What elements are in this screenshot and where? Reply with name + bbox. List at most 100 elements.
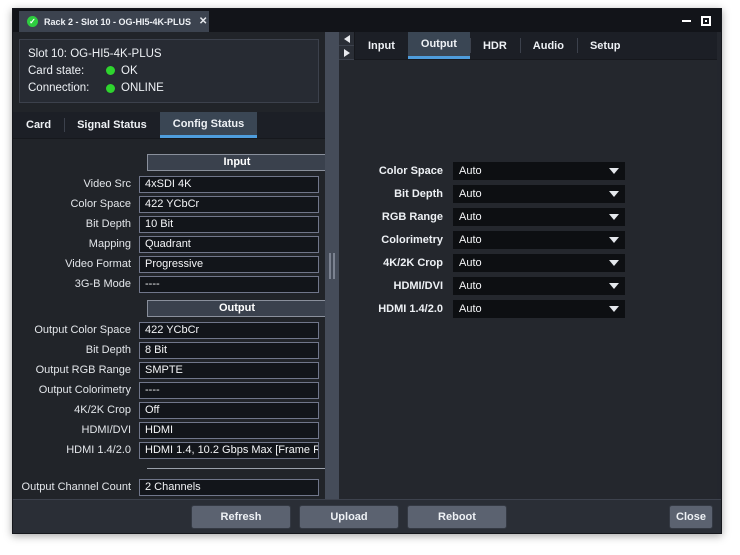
config-row: Output Colorimetry ----: [13, 380, 325, 400]
chevron-down-icon: [609, 168, 619, 174]
tab-hdr[interactable]: HDR: [470, 32, 520, 59]
field-value: HDMI: [139, 422, 319, 439]
setting-row: Colorimetry Auto: [355, 231, 717, 249]
config-row: Bit Depth 8 Bit: [13, 340, 325, 360]
scroll-tabs-right-button[interactable]: [339, 46, 354, 60]
dropdown-value: Auto: [459, 254, 482, 272]
setting-label: RGB Range: [355, 211, 453, 223]
field-label: 4K/2K Crop: [13, 404, 139, 416]
chevron-down-icon: [609, 283, 619, 289]
field-value: HDMI 1.4, 10.2 Gbps Max [Frame Rate]: [139, 442, 319, 459]
tab-output[interactable]: Output: [408, 32, 470, 59]
chevron-down-icon: [609, 306, 619, 312]
setting-row: HDMI/DVI Auto: [355, 277, 717, 295]
reboot-button[interactable]: Reboot: [407, 505, 507, 529]
dropdown-value: Auto: [459, 231, 482, 249]
field-label: Output Colorimetry: [13, 384, 139, 396]
left-tab-bar: Card Signal Status Config Status: [13, 112, 325, 139]
field-label: Output Color Space: [13, 324, 139, 336]
setting-label: Color Space: [355, 165, 453, 177]
config-row: Video Format Progressive: [13, 254, 325, 274]
dropdown-value: Auto: [459, 185, 482, 203]
tab-card[interactable]: Card: [13, 112, 64, 138]
setting-label: 4K/2K Crop: [355, 257, 453, 269]
card-state-status-dot: [106, 66, 115, 75]
color-space-dropdown[interactable]: Auto: [453, 162, 625, 180]
config-row: Video Src 4xSDI 4K: [13, 174, 325, 194]
tab-close-icon[interactable]: ✕: [197, 16, 209, 27]
config-row: 3G-B Mode ----: [13, 274, 325, 294]
upload-button[interactable]: Upload: [299, 505, 399, 529]
maximize-icon[interactable]: [701, 16, 711, 26]
field-value: 10 Bit: [139, 216, 319, 233]
scroll-tabs-left-button[interactable]: [339, 32, 354, 46]
card-state-label: Card state:: [28, 65, 106, 77]
setting-label: HDMI/DVI: [355, 280, 453, 292]
field-label: Video Src: [13, 178, 139, 190]
connection-value: ONLINE: [121, 82, 164, 94]
rgb-range-dropdown[interactable]: Auto: [453, 208, 625, 226]
field-value: Progressive: [139, 256, 319, 273]
connection-status-dot: [106, 84, 115, 93]
tab-audio[interactable]: Audio: [520, 32, 577, 59]
dropdown-value: Auto: [459, 300, 482, 318]
config-row: Bit Depth 10 Bit: [13, 214, 325, 234]
config-status-content: Input Video Src 4xSDI 4K Color Space 422…: [13, 140, 325, 499]
crop-dropdown[interactable]: Auto: [453, 254, 625, 272]
minimize-icon[interactable]: [682, 20, 691, 22]
field-label: HDMI 1.4/2.0: [13, 444, 139, 456]
field-value: 8 Bit: [139, 342, 319, 359]
chevron-left-icon: [344, 35, 350, 43]
field-label: Mapping: [13, 238, 139, 250]
card-info-box: Slot 10: OG-HI5-4K-PLUS Card state: OK C…: [19, 39, 319, 103]
field-label: 3G-B Mode: [13, 278, 139, 290]
card-status-panel: Slot 10: OG-HI5-4K-PLUS Card state: OK C…: [13, 32, 325, 499]
field-value: ----: [139, 276, 319, 293]
hdmi-version-dropdown[interactable]: Auto: [453, 300, 625, 318]
field-value: 4xSDI 4K: [139, 176, 319, 193]
card-state-value: OK: [121, 65, 138, 77]
field-label: HDMI/DVI: [13, 424, 139, 436]
setting-row: Bit Depth Auto: [355, 185, 717, 203]
hdmi-dvi-dropdown[interactable]: Auto: [453, 277, 625, 295]
tab-signal-status[interactable]: Signal Status: [64, 112, 160, 138]
setting-label: Colorimetry: [355, 234, 453, 246]
field-value: SMPTE: [139, 362, 319, 379]
setting-row: RGB Range Auto: [355, 208, 717, 226]
app-window: ✓ Rack 2 - Slot 10 - OG-HI5-4K-PLUS ✕ Sl…: [12, 8, 722, 534]
field-value: Quadrant: [139, 236, 319, 253]
title-bar: ✓ Rack 2 - Slot 10 - OG-HI5-4K-PLUS ✕: [13, 9, 721, 32]
field-label: Color Space: [13, 198, 139, 210]
config-row: 4K/2K Crop Off: [13, 400, 325, 420]
tab-input[interactable]: Input: [355, 32, 408, 59]
config-row: HDMI/DVI HDMI: [13, 420, 325, 440]
window-tab[interactable]: ✓ Rack 2 - Slot 10 - OG-HI5-4K-PLUS ✕: [19, 11, 209, 32]
setting-label: HDMI 1.4/2.0: [355, 303, 453, 315]
config-row: Color Space 422 YCbCr: [13, 194, 325, 214]
check-circle-icon: ✓: [27, 16, 38, 27]
dropdown-value: Auto: [459, 162, 482, 180]
tab-config-status[interactable]: Config Status: [160, 112, 258, 138]
field-label: Bit Depth: [13, 218, 139, 230]
refresh-button[interactable]: Refresh: [191, 505, 291, 529]
field-label: Output RGB Range: [13, 364, 139, 376]
chevron-right-icon: [344, 49, 350, 57]
setting-row: 4K/2K Crop Auto: [355, 254, 717, 272]
colorimetry-dropdown[interactable]: Auto: [453, 231, 625, 249]
field-label: Output Channel Count: [13, 481, 139, 493]
field-label: Video Format: [13, 258, 139, 270]
panel-splitter[interactable]: [325, 32, 339, 499]
card-settings-panel: Input Output HDR Audio Setup Color Space…: [339, 32, 717, 499]
section-divider: [147, 468, 329, 469]
config-row: Output Channel Count 2 Channels: [13, 477, 325, 497]
tab-setup[interactable]: Setup: [577, 32, 634, 59]
connection-label: Connection:: [28, 82, 106, 94]
close-button[interactable]: Close: [669, 505, 713, 529]
setting-label: Bit Depth: [355, 188, 453, 200]
field-value: ----: [139, 382, 319, 399]
config-row: Mapping Quadrant: [13, 234, 325, 254]
bit-depth-dropdown[interactable]: Auto: [453, 185, 625, 203]
card-state-row: Card state: OK: [28, 65, 310, 77]
config-row: HDMI 1.4/2.0 HDMI 1.4, 10.2 Gbps Max [Fr…: [13, 440, 325, 460]
chevron-down-icon: [609, 214, 619, 220]
